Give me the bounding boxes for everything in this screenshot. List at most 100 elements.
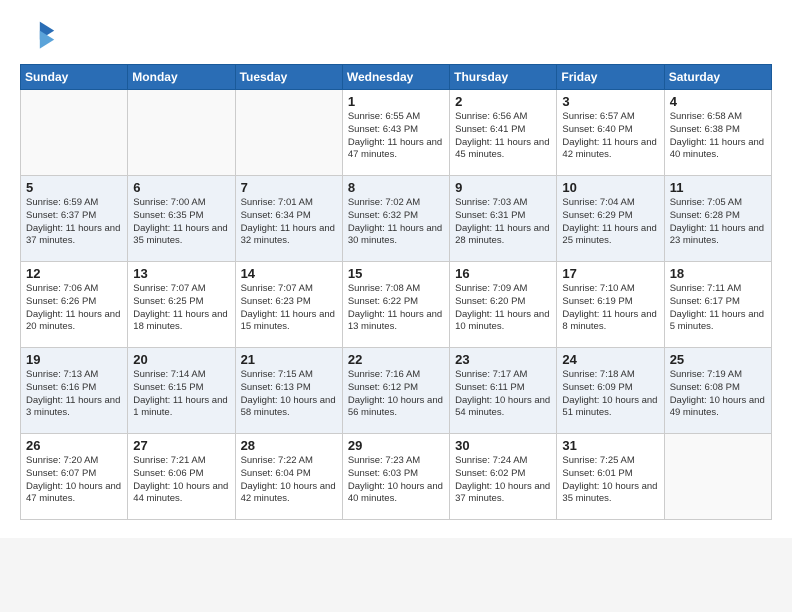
day-number: 10 [562,180,658,195]
daylight-text: Daylight: 11 hours and 37 minutes. [26,223,120,247]
day-info: Sunrise: 7:19 AMSunset: 6:08 PMDaylight:… [670,369,766,420]
day-number: 23 [455,352,551,367]
calendar-cell: 15 Sunrise: 7:08 AMSunset: 6:22 PMDayligh… [342,262,449,348]
sunset-text: Sunset: 6:29 PM [562,210,632,221]
calendar-cell: 1Sunrise: 6:55 AMSunset: 6:43 PMDaylight… [342,90,449,176]
day-number: 8 [348,180,444,195]
day-info: Sunrise: 7:00 AMSunset: 6:35 PMDaylight:… [133,197,229,248]
day-number: 2 [455,94,551,109]
sunrise-text: Sunrise: 7:02 AM [348,197,420,208]
day-info: Sunrise: 7:24 AMSunset: 6:02 PMDaylight:… [455,455,551,506]
calendar-cell: 11Sunrise: 7:05 AMSunset: 6:28 PMDayligh… [664,176,771,262]
sunrise-text: Sunrise: 7:21 AM [133,455,205,466]
calendar-week-row: 5Sunrise: 6:59 AMSunset: 6:37 PMDaylight… [21,176,772,262]
calendar-cell: 24Sunrise: 7:18 AMSunset: 6:09 PMDayligh… [557,348,664,434]
daylight-text: Daylight: 11 hours and 13 minutes. [348,309,442,333]
daylight-text: Daylight: 11 hours and 28 minutes. [455,223,549,247]
sunrise-text: Sunrise: 6:59 AM [26,197,98,208]
sunset-text: Sunset: 6:43 PM [348,124,418,135]
day-info: Sunrise: 7:07 AMSunset: 6:25 PMDaylight:… [133,283,229,334]
calendar-cell: 13Sunrise: 7:07 AMSunset: 6:25 PMDayligh… [128,262,235,348]
calendar-cell [128,90,235,176]
day-number: 21 [241,352,337,367]
sunset-text: Sunset: 6:40 PM [562,124,632,135]
sunrise-text: Sunrise: 7:23 AM [348,455,420,466]
day-number: 27 [133,438,229,453]
sunrise-text: Sunrise: 7:14 AM [133,369,205,380]
day-number: 5 [26,180,122,195]
daylight-text: Daylight: 10 hours and 47 minutes. [26,481,121,505]
daylight-text: Daylight: 11 hours and 15 minutes. [241,309,335,333]
day-info: Sunrise: 7:04 AM Sunset: 6:29 PM Daylight:… [562,197,658,248]
daylight-text: Daylight: 11 hours and 45 minutes. [455,137,549,161]
day-number: 24 [562,352,658,367]
calendar-table: SundayMondayTuesdayWednesdayThursdayFrid… [20,64,772,520]
daylight-text: Daylight: 10 hours and 44 minutes. [133,481,228,505]
sunrise-text: Sunrise: 7:22 AM [241,455,313,466]
daylight-text: Daylight: 11 hours and 40 minutes. [670,137,764,161]
sunset-text: Sunset: 6:19 PM [562,296,632,307]
sunset-text: Sunset: 6:08 PM [670,382,740,393]
sunset-text: Sunset: 6:35 PM [133,210,203,221]
day-info: Sunrise: 7:07 AMSunset: 6:23 PMDaylight:… [241,283,337,334]
day-info: Sunrise: 7:17 AMSunset: 6:11 PMDaylight:… [455,369,551,420]
sunset-text: Sunset: 6:26 PM [26,296,96,307]
day-info: Sunrise: 7:13 AMSunset: 6:16 PMDaylight:… [26,369,122,420]
calendar-cell: 30Sunrise: 7:24 AMSunset: 6:02 PMDayligh… [450,434,557,520]
sunset-text: Sunset: 6:23 PM [241,296,311,307]
calendar-cell: 18Sunrise: 7:11 AMSunset: 6:17 PMDayligh… [664,262,771,348]
day-number: 15 [348,266,444,281]
day-number: 1 [348,94,444,109]
sunrise-text: Sunrise: 7:09 AM [455,283,527,294]
sunrise-text: Sunrise: 7:01 AM [241,197,313,208]
logo-icon [20,18,56,54]
sunrise-text: Sunrise: 7:24 AM [455,455,527,466]
calendar-week-row: 26Sunrise: 7:20 AMSunset: 6:07 PMDayligh… [21,434,772,520]
day-info: Sunrise: 6:58 AMSunset: 6:38 PMDaylight:… [670,111,766,162]
daylight-text: Daylight: 11 hours and 30 minutes. [348,223,442,247]
calendar-cell: 16Sunrise: 7:09 AMSunset: 6:20 PMDayligh… [450,262,557,348]
calendar-cell: 27Sunrise: 7:21 AMSunset: 6:06 PMDayligh… [128,434,235,520]
day-number: 6 [133,180,229,195]
calendar-cell: 29Sunrise: 7:23 AMSunset: 6:03 PMDayligh… [342,434,449,520]
calendar-cell: 22Sunrise: 7:16 AMSunset: 6:12 PMDayligh… [342,348,449,434]
calendar-cell: 28 Sunrise: 7:22 AM Sunset: 6:04 PM Dayligh… [235,434,342,520]
day-info: Sunrise: 7:01 AMSunset: 6:34 PMDaylight:… [241,197,337,248]
sunrise-text: Sunrise: 7:04 AM [562,197,634,208]
daylight-text: Daylight: 10 hours and 42 minutes. [241,481,336,505]
sunset-text: Sunset: 6:09 PM [562,382,632,393]
day-info: Sunrise: 6:57 AMSunset: 6:40 PMDaylight:… [562,111,658,162]
calendar-cell: 3Sunrise: 6:57 AMSunset: 6:40 PMDaylight… [557,90,664,176]
calendar-week-row: 1Sunrise: 6:55 AMSunset: 6:43 PMDaylight… [21,90,772,176]
day-number: 19 [26,352,122,367]
sunset-text: Sunset: 6:16 PM [26,382,96,393]
sunrise-text: Sunrise: 7:00 AM [133,197,205,208]
sunrise-text: Sunrise: 7:06 AM [26,283,98,294]
day-number: 4 [670,94,766,109]
sunrise-text: Sunrise: 7:25 AM [562,455,634,466]
day-info: Sunrise: 7:09 AMSunset: 6:20 PMDaylight:… [455,283,551,334]
calendar-cell: 7Sunrise: 7:01 AMSunset: 6:34 PMDaylight… [235,176,342,262]
sunset-text: Sunset: 6:12 PM [348,382,418,393]
day-info: Sunrise: 7:08 AMSunset: 6:22 PMDaylight:… [348,283,444,334]
header [20,18,772,54]
weekday-header-row: SundayMondayTuesdayWednesdayThursdayFrid… [21,65,772,90]
day-info: Sunrise: 7:15 AMSunset: 6:13 PMDaylight:… [241,369,337,420]
daylight-text: Daylight: 10 hours and 49 minutes. [670,395,765,419]
day-info: Sunrise: 7:23 AMSunset: 6:03 PMDaylight:… [348,455,444,506]
sunrise-text: Sunrise: 7:13 AM [26,369,98,380]
calendar-cell: 9Sunrise: 7:03 AMSunset: 6:31 PMDaylight… [450,176,557,262]
sunset-text: Sunset: 6:15 PM [133,382,203,393]
sunset-text: Sunset: 6:17 PM [670,296,740,307]
day-number: 28 [241,438,337,453]
daylight-text: Daylight: 11 hours and 23 minutes. [670,223,764,247]
day-info: Sunrise: 7:20 AMSunset: 6:07 PMDaylight:… [26,455,122,506]
daylight-text: Daylight: 11 hours and 25 minutes. [562,223,656,247]
day-info: Sunrise: 7:02 AMSunset: 6:32 PMDaylight:… [348,197,444,248]
day-number: 25 [670,352,766,367]
sunset-text: Sunset: 6:11 PM [455,382,525,393]
sunset-text: Sunset: 6:04 PM [241,468,311,479]
calendar-cell: 25 Sunrise: 7:19 AMSunset: 6:08 PMDayligh… [664,348,771,434]
sunrise-text: Sunrise: 7:10 AM [562,283,634,294]
sunrise-text: Sunrise: 6:57 AM [562,111,634,122]
